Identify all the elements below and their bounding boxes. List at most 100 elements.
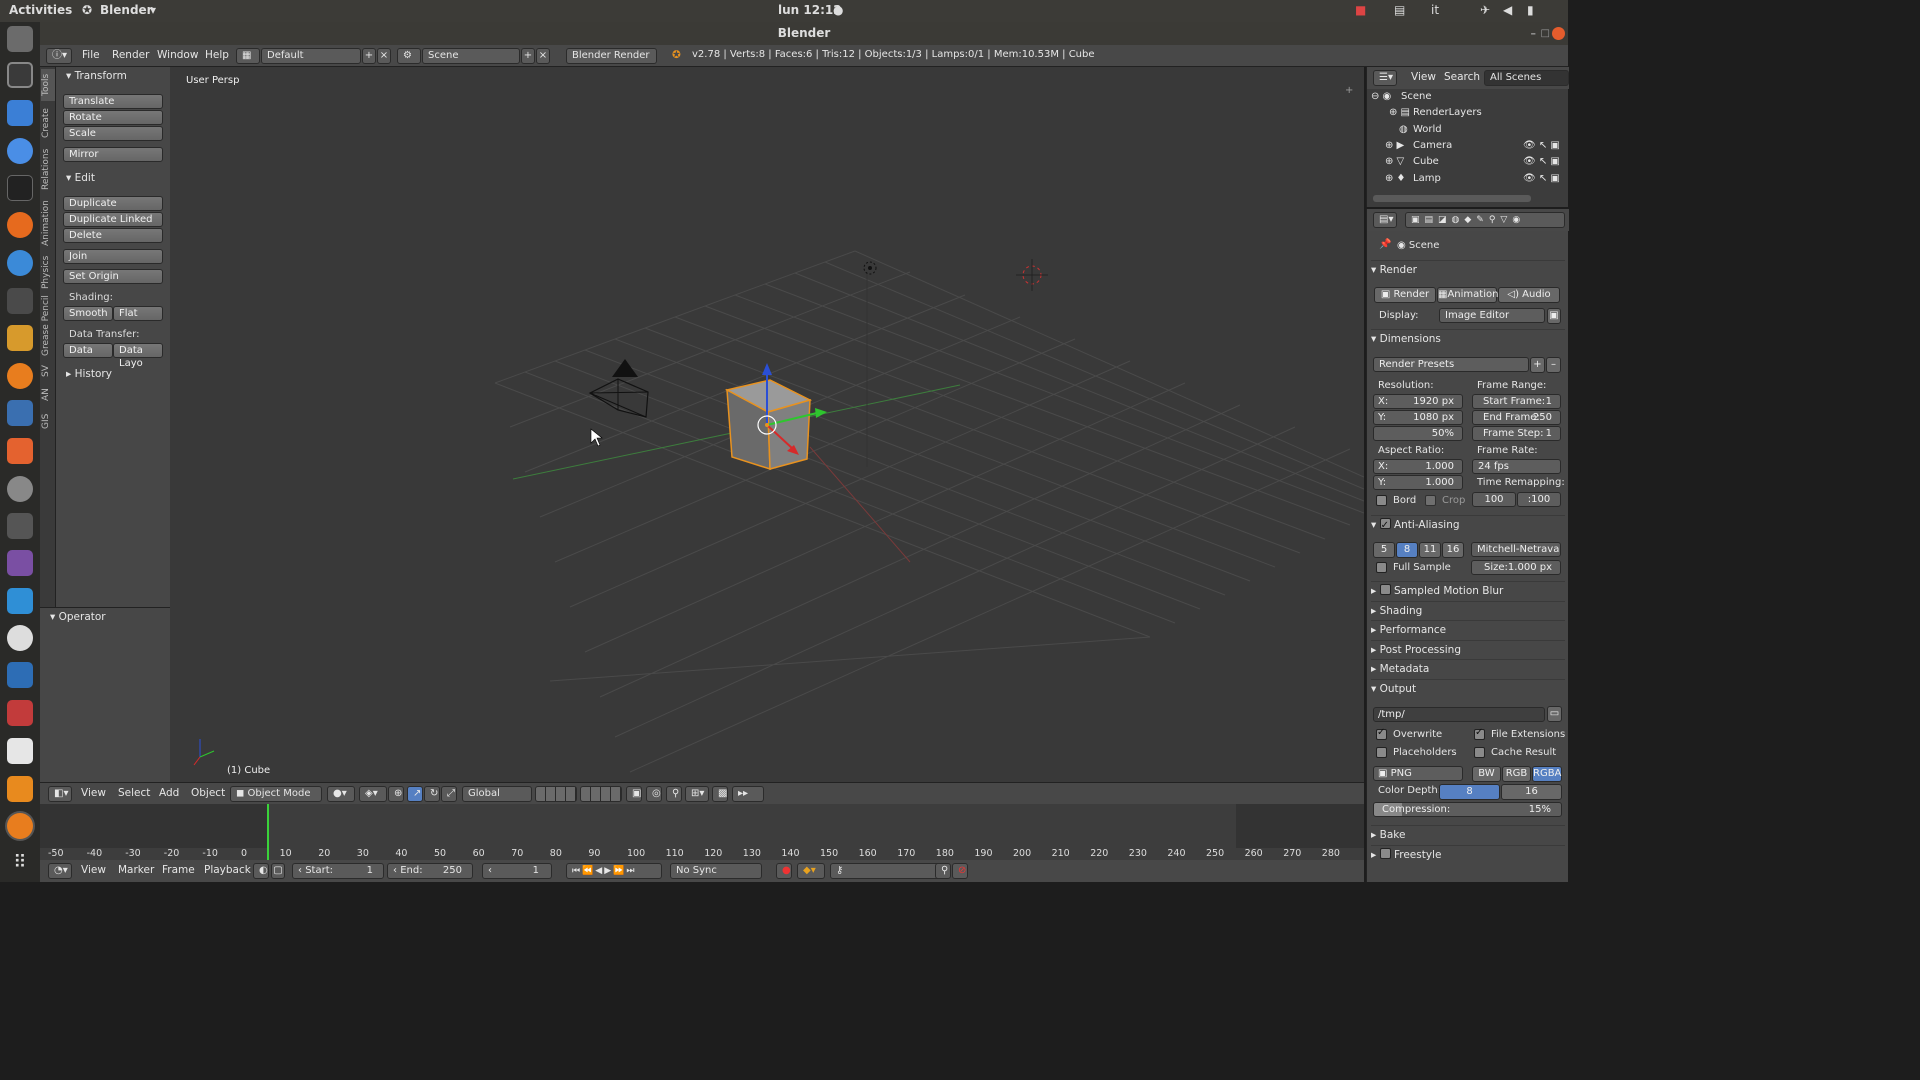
camera-icon[interactable] bbox=[7, 513, 33, 539]
aa-filter-select[interactable]: Mitchell-Netravali bbox=[1471, 542, 1561, 557]
remap-new-field[interactable]: :100 bbox=[1517, 492, 1561, 507]
aa-samples-8[interactable]: 8 bbox=[1396, 542, 1418, 558]
render-presets-select[interactable]: Render Presets bbox=[1373, 357, 1529, 372]
context-tabs[interactable]: ▣▤◪◍◆✎⚲▽◉ bbox=[1405, 212, 1565, 228]
tl-menu-frame[interactable]: Frame bbox=[162, 864, 195, 876]
remap-old-field[interactable]: 100 bbox=[1472, 492, 1516, 507]
mode-select[interactable]: ◼ Object Mode bbox=[230, 786, 322, 802]
layout-icon[interactable]: ▦ bbox=[236, 48, 260, 64]
resolution-x-field[interactable]: X: 1920 px bbox=[1373, 394, 1463, 409]
outliner-item-scene[interactable]: ⊖ ◉ Scene bbox=[1367, 89, 1569, 105]
color-bw-button[interactable]: BW bbox=[1472, 766, 1501, 782]
remove-layout-icon[interactable]: × bbox=[377, 48, 391, 64]
store-icon[interactable] bbox=[7, 438, 33, 464]
animation-button[interactable]: ▦Animation bbox=[1437, 287, 1498, 303]
show-apps-icon[interactable]: ⠿ bbox=[7, 850, 33, 876]
maximize-icon[interactable]: □ bbox=[1541, 22, 1550, 45]
outliner-item-cube[interactable]: ⊕ ▽ Cube 👁 ↖ ▣ bbox=[1367, 154, 1569, 170]
start-frame-prop-field[interactable]: Start Frame: 1 bbox=[1472, 394, 1561, 409]
metadata-section-header[interactable]: ▸ Metadata bbox=[1371, 659, 1565, 678]
tab-grease-pencil[interactable]: Grease Pencil bbox=[41, 295, 55, 357]
activities-button[interactable]: Activities bbox=[9, 3, 72, 17]
operator-panel-header[interactable]: ▾ Operator bbox=[50, 611, 106, 623]
scale-manipulator-icon[interactable]: ⤢ bbox=[441, 786, 457, 802]
current-frame-marker[interactable] bbox=[267, 804, 269, 860]
cube-app-icon[interactable] bbox=[7, 662, 33, 688]
firefox-icon[interactable] bbox=[7, 212, 33, 238]
remove-preset-icon[interactable]: – bbox=[1546, 357, 1561, 373]
resolution-percentage-field[interactable]: 50% bbox=[1373, 426, 1463, 441]
placeholders-checkbox[interactable] bbox=[1376, 747, 1387, 758]
delete-button[interactable]: Delete bbox=[63, 228, 163, 243]
battery-icon[interactable]: ▮ bbox=[1527, 3, 1534, 17]
lock-layers-icon[interactable]: ▣ bbox=[626, 786, 642, 802]
opengl-render-icon[interactable]: ▩ bbox=[712, 786, 728, 802]
aspect-y-field[interactable]: Y: 1.000 bbox=[1373, 475, 1463, 490]
duplicate-button[interactable]: Duplicate bbox=[63, 196, 163, 211]
settings-icon[interactable] bbox=[7, 476, 33, 502]
bake-section-header[interactable]: ▸ Bake bbox=[1371, 825, 1565, 844]
scene-icon[interactable]: ⚙ bbox=[397, 48, 421, 64]
menu-render[interactable]: Render bbox=[112, 49, 149, 61]
close-icon[interactable] bbox=[1552, 27, 1565, 40]
overwrite-checkbox[interactable] bbox=[1376, 727, 1387, 740]
auto-key-icon[interactable]: ● bbox=[776, 863, 792, 879]
editor-type-timeline-icon[interactable]: ◔▾ bbox=[48, 863, 72, 879]
timeline[interactable]: -50 -40 -30 -20 -10 0 10 20 30 40 50 60 70 80 90 100 110… bbox=[40, 804, 1364, 860]
add-layout-icon[interactable]: + bbox=[362, 48, 376, 64]
scribus-icon[interactable] bbox=[7, 325, 33, 351]
files-icon[interactable] bbox=[7, 26, 33, 52]
tab-sv[interactable]: SV bbox=[41, 361, 55, 381]
frame-rate-select[interactable]: 24 fps bbox=[1472, 459, 1561, 474]
outliner-menu-search[interactable]: Search bbox=[1444, 71, 1480, 83]
3d-viewport[interactable]: User Persp (1) Cube + bbox=[170, 67, 1364, 782]
editor-type-properties-icon[interactable]: ▤▾ bbox=[1373, 212, 1397, 228]
frame-step-field[interactable]: Frame Step: 1 bbox=[1472, 426, 1561, 441]
shading-mode-icon[interactable]: ●▾ bbox=[327, 786, 355, 802]
end-frame-field[interactable]: ‹ End: 250 bbox=[387, 863, 473, 879]
border-checkbox[interactable] bbox=[1376, 495, 1387, 506]
snap-toggle-icon[interactable]: ⚲ bbox=[666, 786, 682, 802]
resolution-y-field[interactable]: Y: 1080 px bbox=[1373, 410, 1463, 425]
aa-samples-5[interactable]: 5 bbox=[1373, 542, 1395, 558]
sync-select[interactable]: No Sync bbox=[670, 863, 762, 879]
add-region-icon[interactable]: + bbox=[1345, 85, 1353, 96]
tab-an[interactable]: AN bbox=[41, 385, 55, 405]
rotate-manipulator-icon[interactable]: ↻ bbox=[424, 786, 440, 802]
tl-menu-playback[interactable]: Playback bbox=[204, 864, 251, 876]
tl-menu-marker[interactable]: Marker bbox=[118, 864, 154, 876]
tab-physics[interactable]: Physics bbox=[41, 253, 55, 291]
scene-field[interactable]: Scene bbox=[422, 48, 520, 64]
start-frame-field[interactable]: ‹ Start: 1 bbox=[292, 863, 384, 879]
end-frame-prop-field[interactable]: End Frame: 250 bbox=[1472, 410, 1561, 425]
keying-set-icon[interactable]: ◆▾ bbox=[797, 863, 825, 879]
data-layout-button[interactable]: Data Layo bbox=[113, 343, 163, 369]
preview-range-icon[interactable]: ◐ bbox=[253, 863, 269, 879]
orientation-select[interactable]: Global bbox=[462, 786, 532, 802]
active-keying-set-field[interactable]: ⚷ bbox=[830, 863, 946, 879]
display-icon[interactable]: ▣ bbox=[1547, 308, 1561, 324]
output-section-header[interactable]: ▾ Output bbox=[1371, 679, 1565, 698]
data-button[interactable]: Data bbox=[63, 343, 113, 358]
minimize-icon[interactable]: – bbox=[1531, 22, 1537, 45]
tab-create[interactable]: Create bbox=[41, 105, 55, 141]
color-depth-16-button[interactable]: 16 bbox=[1501, 784, 1562, 800]
text-editor-icon[interactable] bbox=[7, 738, 33, 764]
freestyle-checkbox[interactable] bbox=[1379, 848, 1391, 859]
aspect-x-field[interactable]: X: 1.000 bbox=[1373, 459, 1463, 474]
history-panel-header[interactable]: ▸ History bbox=[66, 368, 112, 380]
tab-gis[interactable]: GIS bbox=[41, 409, 55, 433]
freestyle-section-header[interactable]: ▸ Freestyle bbox=[1371, 845, 1565, 864]
outliner-item-world[interactable]: ◍ World bbox=[1367, 122, 1569, 138]
audio-button[interactable]: ◁) Audio bbox=[1498, 287, 1560, 303]
render-engine-select[interactable]: Blender Render bbox=[566, 48, 657, 64]
color-depth-8-button[interactable]: 8 bbox=[1439, 784, 1500, 800]
gimp-icon[interactable] bbox=[7, 288, 33, 314]
set-origin-button[interactable]: Set Origin bbox=[63, 269, 163, 284]
outliner-item-lamp[interactable]: ⊕ ♦ Lamp 👁 ↖ ▣ bbox=[1367, 171, 1569, 187]
manipulator-toggle-icon[interactable]: ⊕ bbox=[388, 786, 404, 802]
outliner-item-camera[interactable]: ⊕ ▶ Camera 👁 ↖ ▣ bbox=[1367, 138, 1569, 154]
inkscape-icon[interactable] bbox=[7, 62, 33, 88]
add-preset-icon[interactable]: + bbox=[1530, 357, 1545, 373]
outliner-scrollbar[interactable] bbox=[1373, 195, 1531, 202]
